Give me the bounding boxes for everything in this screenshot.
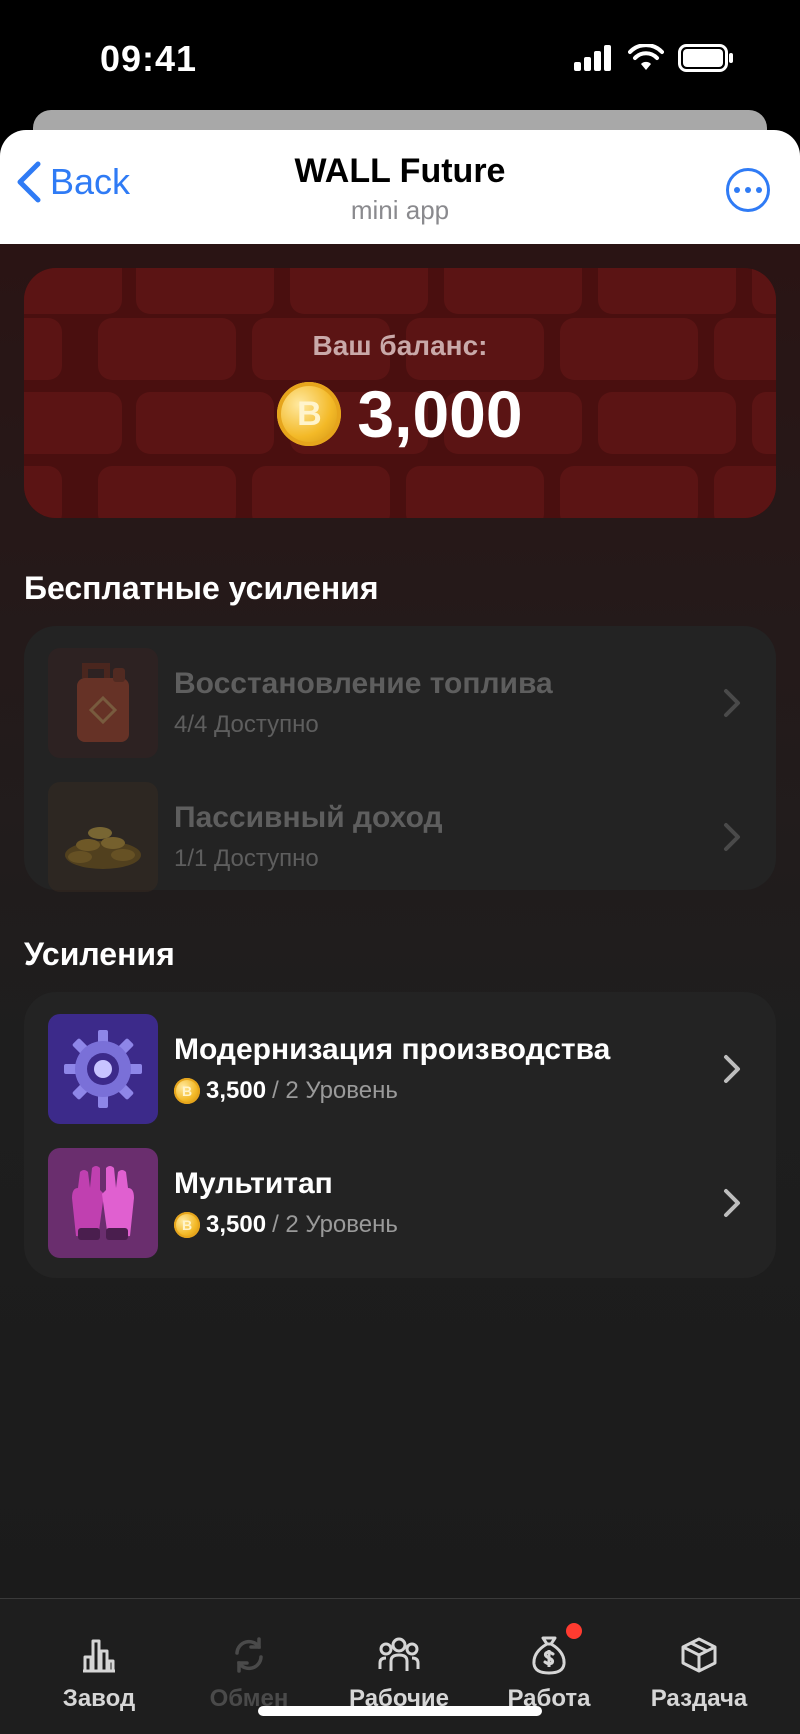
- boost-price: 3,500: [206, 1077, 267, 1104]
- balance-card: Ваш баланс: B 3,000: [24, 268, 776, 518]
- nav-item-work[interactable]: Работа: [474, 1623, 624, 1713]
- more-dot-icon: [756, 187, 762, 193]
- chevron-right-icon: [712, 1183, 752, 1223]
- header-titles: WALL Future mini app: [0, 152, 800, 226]
- coin-pile-icon: [48, 782, 158, 892]
- app-subtitle: mini app: [350, 195, 450, 225]
- balance-row: B 3,000: [24, 376, 776, 452]
- battery-icon: [678, 44, 733, 72]
- workers-icon: [324, 1633, 474, 1677]
- coin-icon: B: [277, 382, 342, 446]
- home-indicator: [258, 1706, 542, 1716]
- boost-item-cost: B 3,500 / 2 Уровень: [174, 1077, 712, 1105]
- coin-icon: B: [174, 1078, 200, 1104]
- balance-value: 3,000: [357, 377, 523, 451]
- money-bag-icon: [474, 1633, 624, 1677]
- boost-item-cost: B 3,500 / 2 Уровень: [174, 1211, 712, 1239]
- boost-item-availability: 4/4 Доступно: [174, 711, 319, 738]
- boost-item-title: Модернизация производства: [174, 1033, 611, 1066]
- signal-icon: [574, 45, 611, 71]
- boost-level: / 2 Уровень: [272, 1211, 398, 1238]
- free-boosts-title: Бесплатные усиления: [24, 570, 379, 606]
- box-icon: [624, 1633, 774, 1677]
- nav-item-exchange[interactable]: Обмен: [174, 1633, 324, 1713]
- factory-icon: [24, 1633, 174, 1677]
- boosts-card: Модернизация производства B 3,500 / 2 Ур…: [24, 992, 776, 1278]
- boost-level: / 2 Уровень: [272, 1077, 398, 1104]
- status-bar: 09:41: [0, 0, 800, 120]
- boost-item-multitap[interactable]: Мультитап B 3,500 / 2 Уровень: [48, 1148, 752, 1258]
- notification-badge: [566, 1623, 582, 1639]
- nav-item-giveaway[interactable]: Раздача: [624, 1633, 774, 1713]
- chevron-right-icon: [712, 1049, 752, 1089]
- status-time: 09:41: [100, 38, 198, 79]
- wifi-icon: [628, 44, 664, 70]
- nav-item-workers[interactable]: Рабочие: [324, 1633, 474, 1713]
- gloves-icon: [48, 1148, 158, 1258]
- boosts-title: Усиления: [24, 936, 175, 972]
- main-content: Ваш баланс: B 3,000 Бесплатные усиления …: [0, 244, 800, 1598]
- coin-icon: B: [174, 1212, 200, 1238]
- boost-item-availability: 1/1 Доступно: [174, 845, 319, 872]
- boost-item-title: Мультитап: [174, 1167, 333, 1200]
- boost-item-production-upgrade[interactable]: Модернизация производства B 3,500 / 2 Ур…: [48, 1014, 752, 1124]
- boost-price: 3,500: [206, 1211, 267, 1238]
- boost-item-title: Пассивный доход: [174, 801, 443, 834]
- more-dot-icon: [734, 187, 740, 193]
- chevron-right-icon: [712, 817, 752, 857]
- app-title: WALL Future: [294, 152, 506, 190]
- app-header: Back WALL Future mini app: [0, 130, 800, 244]
- boost-item-title: Восстановление топлива: [174, 667, 553, 700]
- fuel-canister-icon: [48, 648, 158, 758]
- boost-item-passive-income[interactable]: Пассивный доход 1/1 Доступно: [48, 782, 752, 892]
- boost-item-fuel-restore[interactable]: Восстановление топлива 4/4 Доступно: [48, 648, 752, 758]
- status-icons: [574, 44, 734, 72]
- nav-item-factory[interactable]: Завод: [24, 1633, 174, 1713]
- balance-label: Ваш баланс:: [312, 330, 488, 361]
- gear-icon: [48, 1014, 158, 1124]
- nav-label: Раздача: [650, 1685, 748, 1712]
- more-dot-icon: [745, 187, 751, 193]
- chevron-right-icon: [712, 683, 752, 723]
- exchange-icon: [174, 1633, 324, 1677]
- more-options-button[interactable]: [726, 168, 770, 212]
- nav-label: Завод: [62, 1685, 136, 1712]
- free-boosts-card: Восстановление топлива 4/4 Доступно Пасс…: [24, 626, 776, 892]
